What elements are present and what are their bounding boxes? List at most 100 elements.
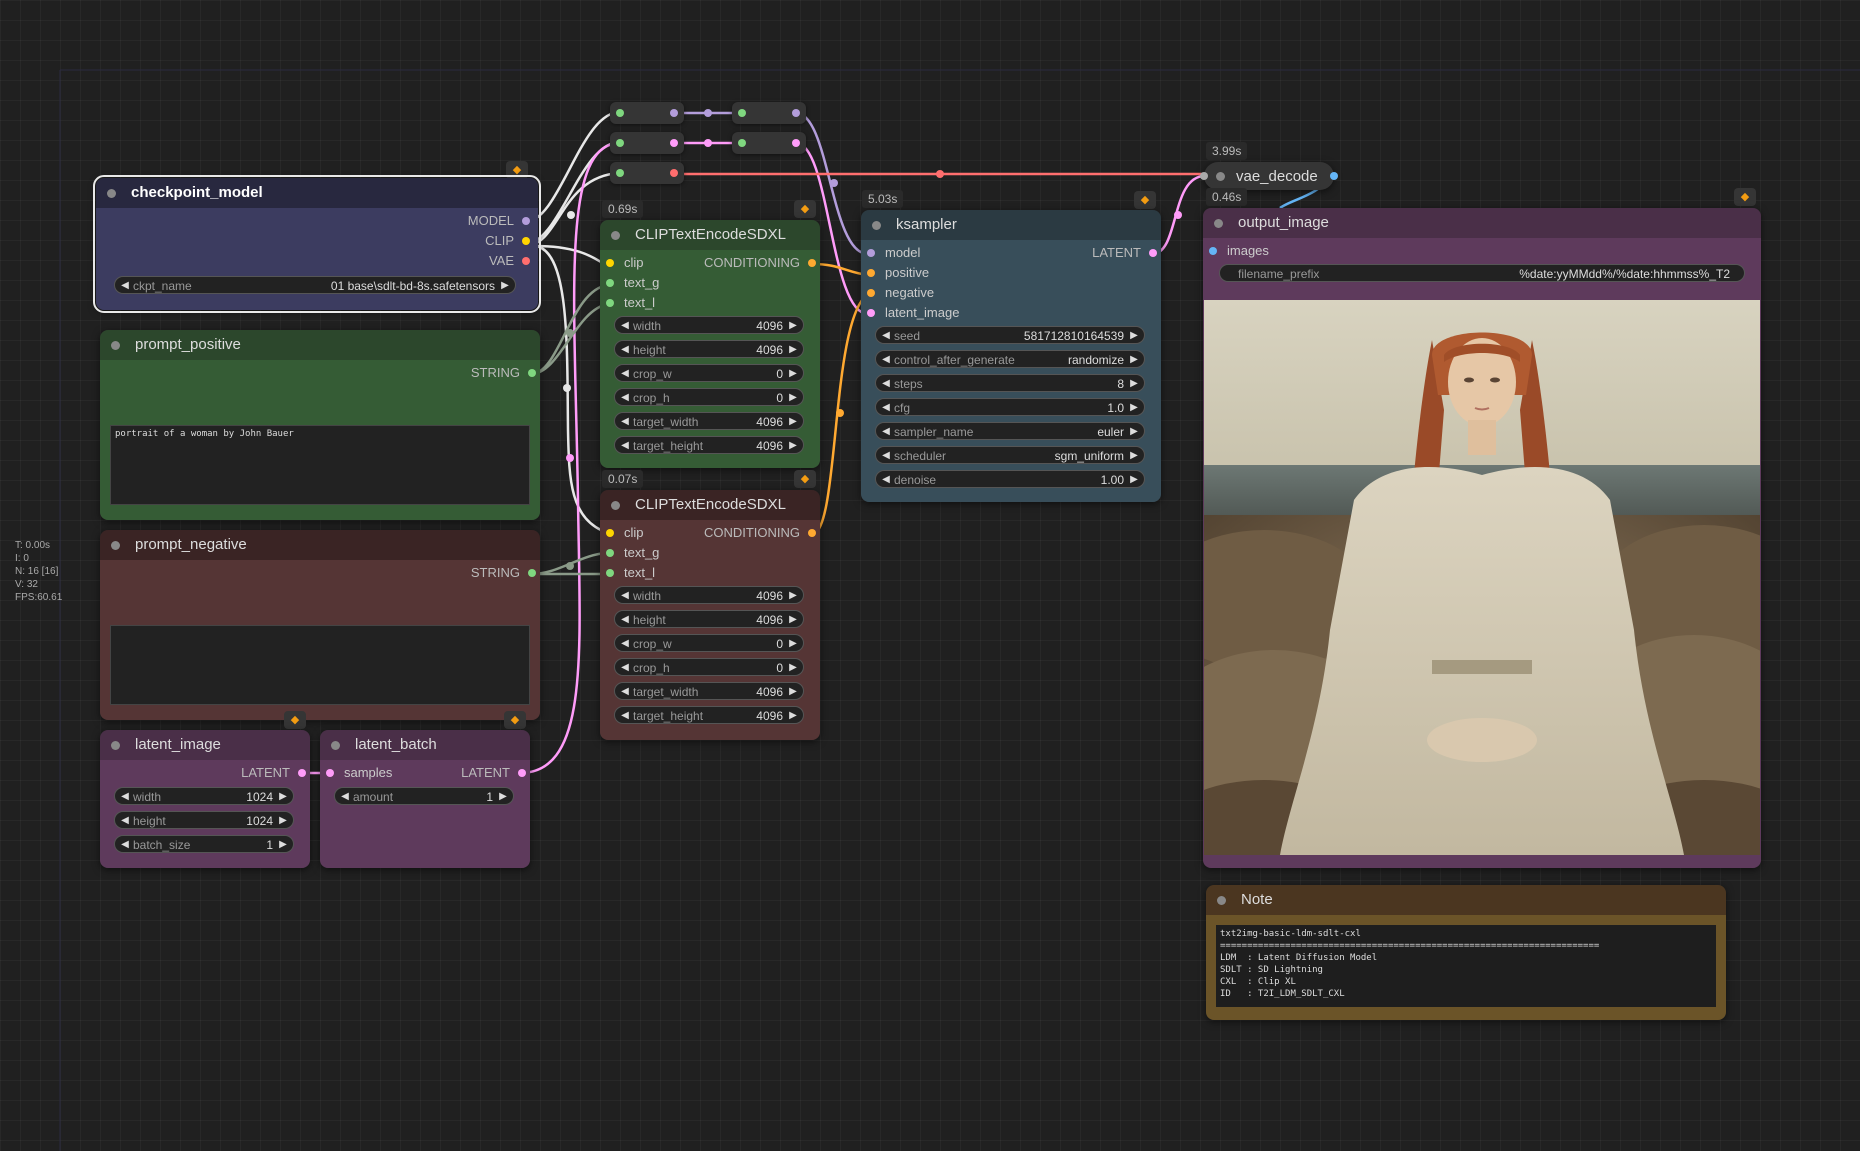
increment-arrow-icon[interactable]: ▶ bbox=[787, 365, 799, 383]
target-width-number-widget[interactable]: ◀ target_width 4096 ▶ bbox=[614, 682, 804, 700]
increment-arrow-icon[interactable]: ▶ bbox=[1128, 423, 1140, 441]
decrement-arrow-icon[interactable]: ◀ bbox=[119, 836, 131, 854]
input-pin[interactable] bbox=[867, 289, 875, 297]
input-slot-text-g[interactable]: text_g bbox=[606, 274, 659, 292]
output-pin[interactable] bbox=[808, 529, 816, 537]
increment-arrow-icon[interactable]: ▶ bbox=[787, 437, 799, 455]
crop-h-number-widget[interactable]: ◀ crop_h 0 ▶ bbox=[614, 658, 804, 676]
increment-arrow-icon[interactable]: ▶ bbox=[1128, 471, 1140, 489]
output-pin[interactable] bbox=[528, 569, 536, 577]
output-slot-latent[interactable]: LATENT bbox=[241, 764, 306, 782]
reroute-input-pin[interactable] bbox=[616, 109, 624, 117]
decrement-arrow-icon[interactable]: ◀ bbox=[119, 812, 131, 830]
input-pin[interactable] bbox=[326, 769, 334, 777]
target-height-number-widget[interactable]: ◀ target_height 4096 ▶ bbox=[614, 706, 804, 724]
reroute-output-pin[interactable] bbox=[670, 139, 678, 147]
input-pin[interactable] bbox=[1209, 247, 1217, 255]
node-title[interactable]: prompt_negative bbox=[100, 530, 540, 560]
decrement-arrow-icon[interactable]: ◀ bbox=[619, 437, 631, 455]
node-title[interactable]: Note bbox=[1206, 885, 1726, 915]
input-slot-images[interactable]: images bbox=[1209, 242, 1269, 260]
increment-arrow-icon[interactable]: ▶ bbox=[1128, 399, 1140, 417]
width-number-widget[interactable]: ◀ width 4096 ▶ bbox=[614, 586, 804, 604]
increment-arrow-icon[interactable]: ▶ bbox=[787, 389, 799, 407]
output-slot-latent[interactable]: LATENT bbox=[461, 764, 526, 782]
node-title[interactable]: CLIPTextEncodeSDXL bbox=[600, 490, 820, 520]
height-number-widget[interactable]: ◀ height 4096 ▶ bbox=[614, 340, 804, 358]
decrement-arrow-icon[interactable]: ◀ bbox=[619, 365, 631, 383]
reroute-output-pin[interactable] bbox=[792, 139, 800, 147]
input-slot-text-g[interactable]: text_g bbox=[606, 544, 659, 562]
increment-arrow-icon[interactable]: ▶ bbox=[1128, 375, 1140, 393]
output-slot-clip[interactable]: CLIP bbox=[485, 232, 530, 250]
output-slot-string[interactable]: STRING bbox=[471, 564, 536, 582]
reroute-input-pin[interactable] bbox=[616, 169, 624, 177]
increment-arrow-icon[interactable]: ▶ bbox=[787, 341, 799, 359]
input-pin[interactable] bbox=[606, 299, 614, 307]
output-slot-conditioning[interactable]: CONDITIONING bbox=[704, 254, 816, 272]
decrement-arrow-icon[interactable]: ◀ bbox=[619, 635, 631, 653]
vae-decode-node[interactable]: vae_decode bbox=[1200, 162, 1338, 190]
reroute-output-pin[interactable] bbox=[792, 109, 800, 117]
scheduler-combo[interactable]: ◀ scheduler sgm_uniform ▶ bbox=[875, 446, 1145, 464]
prompt-text-area[interactable]: portrait of a woman by John Bauer bbox=[110, 425, 530, 505]
input-pin[interactable] bbox=[867, 249, 875, 257]
output-pin[interactable] bbox=[522, 217, 530, 225]
increment-arrow-icon[interactable]: ▶ bbox=[497, 788, 509, 806]
input-slot-positive[interactable]: positive bbox=[867, 264, 929, 282]
crop-w-number-widget[interactable]: ◀ crop_w 0 ▶ bbox=[614, 634, 804, 652]
decrement-arrow-icon[interactable]: ◀ bbox=[339, 788, 351, 806]
increment-arrow-icon[interactable]: ▶ bbox=[499, 277, 511, 295]
clip-text-encode-positive-node[interactable]: CLIPTextEncodeSDXL clip text_g text_l CO… bbox=[600, 220, 820, 468]
output-pin[interactable] bbox=[298, 769, 306, 777]
decrement-arrow-icon[interactable]: ◀ bbox=[619, 683, 631, 701]
crop-w-number-widget[interactable]: ◀ crop_w 0 ▶ bbox=[614, 364, 804, 382]
reroute-output-pin[interactable] bbox=[670, 169, 678, 177]
output-slot-latent[interactable]: LATENT bbox=[1092, 244, 1157, 262]
collapse-dot-icon[interactable] bbox=[331, 741, 340, 750]
increment-arrow-icon[interactable]: ▶ bbox=[787, 317, 799, 335]
input-slot-model[interactable]: model bbox=[867, 244, 920, 262]
input-pin[interactable] bbox=[606, 529, 614, 537]
node-title[interactable]: latent_batch bbox=[320, 730, 530, 760]
output-slot-conditioning[interactable]: CONDITIONING bbox=[704, 524, 816, 542]
note-text-area[interactable]: txt2img-basic-ldm-sdlt-cxl =============… bbox=[1216, 925, 1716, 1007]
output-pin[interactable] bbox=[518, 769, 526, 777]
ksampler-node[interactable]: ksampler model positive negative latent_… bbox=[861, 210, 1161, 502]
increment-arrow-icon[interactable]: ▶ bbox=[1128, 351, 1140, 369]
reroute-input-pin[interactable] bbox=[738, 139, 746, 147]
increment-arrow-icon[interactable]: ▶ bbox=[787, 587, 799, 605]
decrement-arrow-icon[interactable]: ◀ bbox=[119, 277, 131, 295]
input-pin[interactable] bbox=[1200, 172, 1208, 180]
prompt-negative-node[interactable]: prompt_negative STRING bbox=[100, 530, 540, 720]
collapse-dot-icon[interactable] bbox=[111, 541, 120, 550]
input-slot-negative[interactable]: negative bbox=[867, 284, 934, 302]
increment-arrow-icon[interactable]: ▶ bbox=[1128, 447, 1140, 465]
input-pin[interactable] bbox=[606, 259, 614, 267]
decrement-arrow-icon[interactable]: ◀ bbox=[880, 375, 892, 393]
cfg-number-widget[interactable]: ◀ cfg 1.0 ▶ bbox=[875, 398, 1145, 416]
collapse-dot-icon[interactable] bbox=[111, 341, 120, 350]
width-number-widget[interactable]: ◀ width 4096 ▶ bbox=[614, 316, 804, 334]
checkpoint-model-node[interactable]: checkpoint_model MODEL CLIP VAE ◀ ckpt_n… bbox=[93, 175, 541, 313]
decrement-arrow-icon[interactable]: ◀ bbox=[880, 327, 892, 345]
collapse-dot-icon[interactable] bbox=[111, 741, 120, 750]
decrement-arrow-icon[interactable]: ◀ bbox=[619, 587, 631, 605]
decrement-arrow-icon[interactable]: ◀ bbox=[880, 351, 892, 369]
latent-image-node[interactable]: latent_image LATENT ◀ width 1024 ▶ ◀ hei… bbox=[100, 730, 310, 868]
increment-arrow-icon[interactable]: ▶ bbox=[277, 788, 289, 806]
prompt-text-area[interactable] bbox=[110, 625, 530, 705]
decrement-arrow-icon[interactable]: ◀ bbox=[619, 611, 631, 629]
filename-prefix-text-widget[interactable]: filename_prefix %date:yyMMdd%/%date:hhmm… bbox=[1219, 264, 1745, 282]
latent-batch-node[interactable]: latent_batch samples LATENT ◀ amount 1 ▶ bbox=[320, 730, 530, 868]
input-slot-samples[interactable]: samples bbox=[326, 764, 392, 782]
input-slot-clip[interactable]: clip bbox=[606, 254, 644, 272]
decrement-arrow-icon[interactable]: ◀ bbox=[880, 423, 892, 441]
decrement-arrow-icon[interactable]: ◀ bbox=[619, 707, 631, 725]
crop-h-number-widget[interactable]: ◀ crop_h 0 ▶ bbox=[614, 388, 804, 406]
collapse-dot-icon[interactable] bbox=[872, 221, 881, 230]
input-slot-clip[interactable]: clip bbox=[606, 524, 644, 542]
input-pin[interactable] bbox=[867, 269, 875, 277]
decrement-arrow-icon[interactable]: ◀ bbox=[880, 447, 892, 465]
decrement-arrow-icon[interactable]: ◀ bbox=[880, 471, 892, 489]
